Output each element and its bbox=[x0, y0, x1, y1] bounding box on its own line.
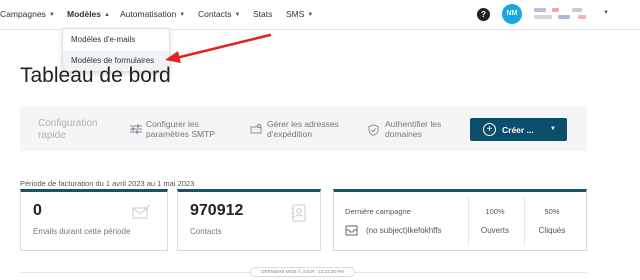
nav-contacts[interactable]: Contacts ▼ bbox=[198, 9, 241, 19]
emails-stat-card: 0 Emails durant cette période bbox=[20, 189, 168, 251]
chevron-down-icon: ▼ bbox=[307, 12, 314, 18]
authenticate-domains-link[interactable]: Authentifier les domaines bbox=[385, 119, 460, 139]
create-button[interactable]: + Créer ... ▼ bbox=[470, 118, 567, 141]
last-campaign-card[interactable]: Dernière campagne (no subject)lkefokhffs… bbox=[333, 189, 587, 251]
nav-sms[interactable]: SMS ▼ bbox=[286, 9, 313, 19]
emails-label: Emails durant cette période bbox=[33, 227, 131, 236]
billing-period: Période de facturation du 1 avril 2023 a… bbox=[20, 179, 195, 188]
envelope-check-icon bbox=[132, 204, 150, 220]
open-label: Ouverts bbox=[480, 226, 509, 235]
nav-label: Automatisation bbox=[120, 9, 177, 19]
nav-label: Contacts bbox=[198, 9, 232, 19]
create-button-label: Créer ... bbox=[502, 125, 534, 135]
chevron-down-icon: ▼ bbox=[48, 12, 55, 18]
campaign-envelope-icon bbox=[345, 223, 358, 236]
last-update-badge: DERNIÈRE MISE À JOUR : 12:23:38 PM bbox=[250, 267, 355, 277]
quick-config-panel: Configuration rapide Configurer les para… bbox=[20, 107, 587, 151]
nav-campagnes[interactable]: Campagnes ▼ bbox=[0, 9, 55, 19]
nav-modeles[interactable]: Modèles ▲ bbox=[67, 9, 110, 19]
nav-label: Campagnes bbox=[0, 9, 46, 19]
click-rate: 50% bbox=[544, 207, 560, 216]
divider bbox=[524, 198, 525, 246]
click-label: Cliqués bbox=[538, 226, 566, 235]
nav-label: Stats bbox=[253, 9, 273, 19]
chevron-down-icon: ▼ bbox=[234, 12, 241, 18]
open-rate: 100% bbox=[485, 207, 505, 216]
page-title: Tableau de bord bbox=[20, 64, 171, 87]
contacts-count: 970912 bbox=[190, 202, 244, 219]
nav-automatisation[interactable]: Automatisation ▼ bbox=[120, 9, 185, 19]
sliders-icon bbox=[130, 124, 142, 137]
quick-config-label: Configuration rapide bbox=[38, 118, 98, 141]
chevron-down-icon: ▼ bbox=[179, 12, 186, 18]
chevron-up-icon: ▲ bbox=[104, 12, 110, 18]
avatar[interactable]: NM bbox=[502, 4, 522, 24]
account-name-redacted[interactable] bbox=[534, 6, 594, 22]
last-campaign-name[interactable]: (no subject)lkefokhffs bbox=[366, 226, 441, 235]
nav-label: SMS bbox=[286, 9, 305, 19]
menu-item-email-templates[interactable]: Modèles d'e-mails bbox=[71, 35, 135, 44]
last-campaign-label: Dernière campagne bbox=[345, 207, 411, 216]
nav-stats[interactable]: Stats bbox=[253, 9, 272, 19]
emails-count: 0 bbox=[33, 202, 42, 219]
configure-smtp-link[interactable]: Configurer les paramètres SMTP bbox=[146, 119, 226, 139]
sender-icon bbox=[250, 123, 262, 137]
help-icon[interactable]: ? bbox=[477, 8, 490, 21]
manage-senders-link[interactable]: Gérer les adresses d'expédition bbox=[267, 119, 352, 139]
annotation-arrow bbox=[165, 33, 272, 63]
chevron-down-icon: ▼ bbox=[550, 126, 556, 132]
contacts-label: Contacts bbox=[190, 227, 222, 236]
divider bbox=[468, 198, 469, 246]
contacts-stat-card: 970912 Contacts bbox=[177, 189, 321, 251]
shield-icon bbox=[368, 124, 379, 139]
address-book-icon bbox=[291, 204, 309, 222]
top-navigation: Campagnes ▼ Modèles ▲ Automatisation ▼ Cont… bbox=[0, 0, 640, 30]
plus-circle-icon: + bbox=[483, 123, 496, 136]
nav-label: Modèles bbox=[67, 9, 102, 19]
chevron-down-icon[interactable]: ▼ bbox=[603, 10, 609, 16]
